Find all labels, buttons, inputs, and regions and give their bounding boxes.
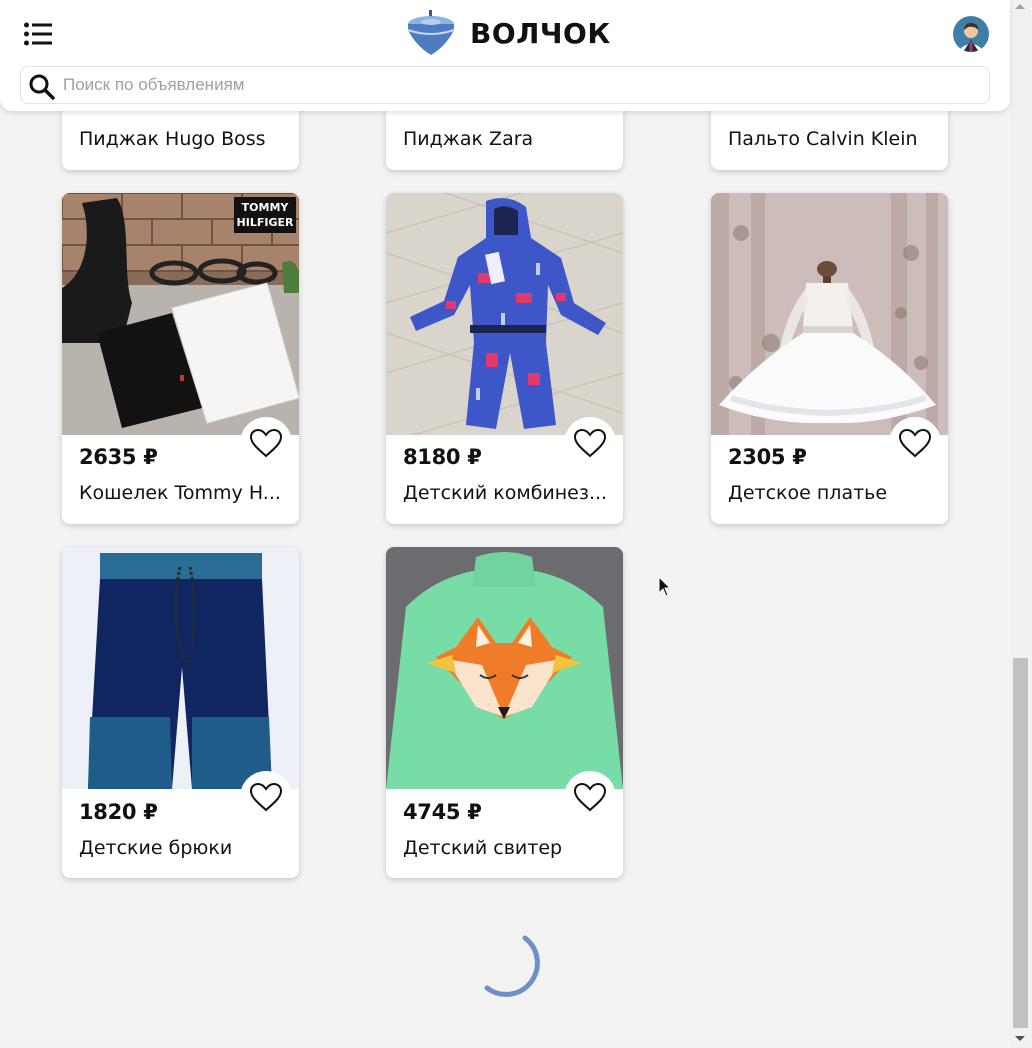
heart-icon — [573, 782, 607, 812]
app-logo[interactable]: ВОЛЧОК — [406, 8, 611, 58]
listing-name: Детский свитер — [403, 837, 563, 859]
listing-card[interactable]: 1820 ₽ Детские брюки — [62, 547, 299, 878]
svg-text:HILFIGER: HILFIGER — [237, 216, 294, 229]
search-icon — [29, 74, 55, 100]
search-bar[interactable] — [20, 66, 990, 104]
listing-name: Кошелек Tommy H... — [79, 482, 281, 504]
listings-feed: Пиджак Hugo Boss Пиджак Zara Пальто Calv… — [0, 0, 1010, 1048]
app-header: ВОЛЧОК — [0, 0, 1010, 111]
mouse-cursor-icon — [658, 575, 672, 602]
favorite-button[interactable] — [564, 771, 616, 823]
spinning-top-icon — [407, 10, 455, 55]
listing-price: 2635 ₽ — [79, 445, 158, 469]
favorite-button[interactable] — [564, 417, 616, 469]
heart-icon — [249, 782, 283, 812]
favorite-button[interactable] — [240, 417, 292, 469]
page-scrollbar[interactable] — [1010, 0, 1032, 1048]
listing-price: 1820 ₽ — [79, 800, 158, 824]
listing-name: Детские брюки — [79, 837, 233, 859]
logo-text: ВОЛЧОК — [470, 16, 611, 50]
scroll-up-arrow-icon[interactable] — [1015, 4, 1025, 9]
listing-name: Детский комбинез... — [403, 482, 608, 504]
listing-price: 2305 ₽ — [728, 445, 807, 469]
listing-photo-wallet: TOMMY HILFIGER — [62, 193, 299, 435]
listing-card[interactable]: 8180 ₽ Детский комбинез... — [386, 193, 623, 524]
loading-spinner-icon — [475, 930, 545, 1008]
listing-name: Пиджак Hugo Boss — [79, 128, 266, 150]
scrollbar-thumb[interactable] — [1013, 658, 1028, 1028]
listing-photo-pants — [62, 547, 299, 789]
user-avatar[interactable] — [953, 16, 989, 52]
heart-icon — [898, 428, 932, 458]
favorite-button[interactable] — [889, 417, 941, 469]
listing-photo-snowsuit — [386, 193, 623, 435]
listing-name: Пиджак Zara — [403, 128, 534, 150]
heart-icon — [573, 428, 607, 458]
scroll-down-arrow-icon[interactable] — [1015, 1036, 1025, 1041]
listing-name: Детское платье — [728, 482, 888, 504]
listing-price: 8180 ₽ — [403, 445, 482, 469]
listing-name: Пальто Calvin Klein — [728, 128, 918, 150]
list-icon — [24, 22, 52, 46]
heart-icon — [249, 428, 283, 458]
listing-photo-dress — [711, 193, 948, 435]
listing-card[interactable]: TOMMY HILFIGER 2635 ₽ Кошелек Tommy H... — [62, 193, 299, 524]
listing-card[interactable]: 2305 ₽ Детское платье — [711, 193, 948, 524]
search-input[interactable] — [61, 69, 965, 101]
menu-button[interactable] — [24, 22, 52, 46]
listing-card[interactable]: 4745 ₽ Детский свитер — [386, 547, 623, 878]
listing-photo-sweater — [386, 547, 623, 789]
svg-text:TOMMY: TOMMY — [242, 201, 290, 214]
favorite-button[interactable] — [240, 771, 292, 823]
listing-price: 4745 ₽ — [403, 800, 482, 824]
